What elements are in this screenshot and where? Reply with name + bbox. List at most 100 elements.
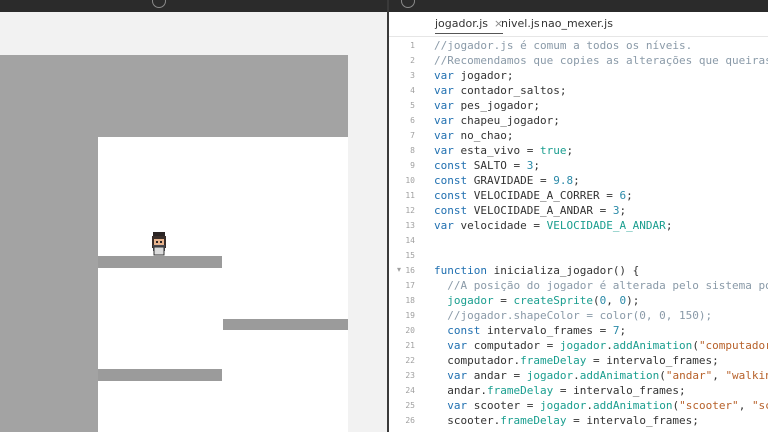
code-line[interactable]: 7 var no_chao; bbox=[389, 128, 768, 143]
code-text: //jogador.js é comum a todos os níveis. bbox=[434, 39, 692, 52]
code-token: chapeu_jogador; bbox=[453, 114, 560, 127]
code-line[interactable]: 18 jogador = createSprite(0, 0); bbox=[389, 293, 768, 308]
code-token: jogador bbox=[539, 399, 587, 412]
code-token: ; bbox=[619, 204, 627, 217]
game-background bbox=[98, 137, 348, 432]
code-token: ; bbox=[626, 189, 633, 202]
preview-toolbar bbox=[0, 0, 387, 12]
code-token: ; bbox=[566, 144, 574, 157]
code-line[interactable]: 21 var computador = jogador.addAnimation… bbox=[389, 338, 768, 353]
code-line[interactable]: 25 var scooter = jogador.addAnimation("s… bbox=[389, 398, 768, 413]
tab-nivel[interactable]: nivel.js bbox=[501, 17, 540, 30]
run-icon[interactable] bbox=[401, 0, 415, 8]
code-token: = intervalo_frames; bbox=[586, 354, 719, 367]
code-line[interactable]: 12 const VELOCIDADE_A_ANDAR = 3; bbox=[389, 203, 768, 218]
code-token: , bbox=[606, 294, 620, 307]
code-token: . bbox=[573, 369, 580, 382]
code-token: ; bbox=[619, 324, 627, 337]
line-number: 11 bbox=[405, 191, 415, 200]
code-token: = intervalo_frames; bbox=[553, 384, 686, 397]
code-text: const VELOCIDADE_A_CORRER = 6; bbox=[434, 189, 633, 202]
line-number: 8 bbox=[410, 146, 415, 155]
code-token: scooter = bbox=[467, 399, 540, 412]
code-line[interactable]: 17 //A posição do jogador é alterada pel… bbox=[389, 278, 768, 293]
code-text: var andar = jogador.addAnimation("andar"… bbox=[434, 369, 768, 382]
tab-label: jogador.js bbox=[435, 17, 489, 30]
code-token: pes_jogador; bbox=[453, 99, 540, 112]
platform bbox=[98, 369, 222, 381]
code-token: no_chao; bbox=[453, 129, 514, 142]
code-line[interactable]: 24 andar.frameDelay = intervalo_frames; bbox=[389, 383, 768, 398]
editor-toolbar bbox=[389, 0, 768, 12]
code-line[interactable]: 15 bbox=[389, 248, 768, 263]
code-text: var esta_vivo = true; bbox=[434, 144, 573, 157]
code-token: addAnimation bbox=[579, 369, 660, 382]
code-line[interactable]: 26 scooter.frameDelay = intervalo_frames… bbox=[389, 413, 768, 428]
code-line[interactable]: 6 var chapeu_jogador; bbox=[389, 113, 768, 128]
code-line[interactable]: 16 ▾ function inicializa_jogador() { bbox=[389, 263, 768, 278]
code-token: jogador bbox=[559, 339, 607, 352]
code-line[interactable]: 11 const VELOCIDADE_A_CORRER = 6; bbox=[389, 188, 768, 203]
tab-nao-mexer[interactable]: nao_mexer.js bbox=[541, 17, 613, 30]
code-line[interactable]: 5 var pes_jogador; bbox=[389, 98, 768, 113]
code-text: var scooter = jogador.addAnimation("scoo… bbox=[434, 399, 768, 412]
stop-icon[interactable] bbox=[152, 0, 166, 8]
code-area[interactable]: 1 //jogador.js é comum a todos os níveis.… bbox=[389, 38, 768, 432]
player-sprite bbox=[152, 232, 166, 256]
code-token: "computador" bbox=[698, 339, 768, 352]
code-text: var contador_saltos; bbox=[434, 84, 566, 97]
code-line[interactable]: 8 var esta_vivo = true; bbox=[389, 143, 768, 158]
code-line[interactable]: 4 var contador_saltos; bbox=[389, 83, 768, 98]
code-token: jogador bbox=[447, 294, 494, 307]
code-line[interactable]: 23 var andar = jogador.addAnimation("and… bbox=[389, 368, 768, 383]
code-line[interactable]: 14 bbox=[389, 233, 768, 248]
code-text: const GRAVIDADE = 9.8; bbox=[434, 174, 580, 187]
code-token: contador_saltos; bbox=[453, 84, 567, 97]
platform bbox=[223, 319, 348, 330]
code-text: var no_chao; bbox=[434, 129, 513, 142]
platform bbox=[98, 256, 222, 268]
code-token: var bbox=[434, 114, 454, 127]
game-preview-pane bbox=[0, 0, 387, 432]
code-line[interactable]: 19 //jogador.shapeColor = color(0, 0, 15… bbox=[389, 308, 768, 323]
code-text: var jogador; bbox=[434, 69, 513, 82]
line-number: 22 bbox=[405, 356, 415, 365]
line-number: 26 bbox=[405, 416, 415, 425]
fold-icon[interactable]: ▾ bbox=[397, 265, 401, 274]
code-token: frameDelay bbox=[486, 384, 554, 397]
code-line[interactable]: 10 const GRAVIDADE = 9.8; bbox=[389, 173, 768, 188]
code-token: addAnimation bbox=[612, 339, 693, 352]
code-token: ; bbox=[573, 174, 580, 187]
line-number: 24 bbox=[405, 386, 415, 395]
code-token: "andar" bbox=[665, 369, 713, 382]
game-canvas[interactable] bbox=[0, 55, 348, 432]
code-token: ; bbox=[665, 219, 673, 232]
tab-jogador[interactable]: jogador.js × bbox=[435, 17, 504, 34]
code-line[interactable]: 9 const SALTO = 3; bbox=[389, 158, 768, 173]
code-token: var bbox=[447, 399, 468, 412]
code-text: var computador = jogador.addAnimation("c… bbox=[434, 339, 768, 352]
code-line[interactable]: 20 const intervalo_frames = 7; bbox=[389, 323, 768, 338]
code-line[interactable]: 13 var velocidade = VELOCIDADE_A_ANDAR; bbox=[389, 218, 768, 233]
code-token: function bbox=[434, 264, 487, 277]
line-number: 13 bbox=[405, 221, 415, 230]
code-line[interactable]: 22 computador.frameDelay = intervalo_fra… bbox=[389, 353, 768, 368]
line-number: 5 bbox=[410, 101, 415, 110]
code-token: //Recomendamos que copies as alterações … bbox=[434, 54, 768, 67]
code-token: //jogador.shapeColor = color(0, 0, 150); bbox=[434, 309, 713, 322]
line-number: 16 bbox=[405, 266, 415, 275]
code-token: inicializa_jogador() { bbox=[486, 264, 640, 277]
code-token: velocidade = bbox=[453, 219, 547, 232]
code-line[interactable]: 1 //jogador.js é comum a todos os níveis. bbox=[389, 38, 768, 53]
code-text: var velocidade = VELOCIDADE_A_ANDAR; bbox=[434, 219, 672, 232]
code-token: computador = bbox=[467, 339, 560, 352]
code-text: function inicializa_jogador() { bbox=[434, 264, 639, 277]
code-token: var bbox=[447, 369, 468, 382]
code-line[interactable]: 2 //Recomendamos que copies as alterações… bbox=[389, 53, 768, 68]
code-text: jogador = createSprite(0, 0); bbox=[434, 294, 639, 307]
code-token: andar. bbox=[434, 384, 487, 397]
line-number: 7 bbox=[410, 131, 415, 140]
code-token: "scooter bbox=[751, 399, 768, 412]
code-line[interactable]: 3 var jogador; bbox=[389, 68, 768, 83]
